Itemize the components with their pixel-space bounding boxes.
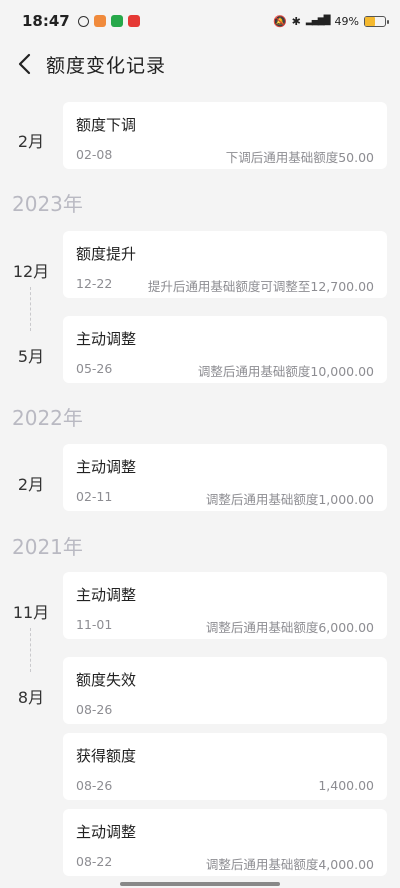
signal-icon: ▂▄▆█ — [305, 16, 331, 26]
month-label: 8月 — [17, 688, 45, 707]
status-time: 18:47 — [22, 12, 70, 30]
record-desc: 调整后通用基础额度4,000.00 — [205, 857, 374, 872]
page-header: 额度变化记录 — [0, 42, 400, 86]
home-indicator[interactable] — [120, 882, 280, 886]
record-desc: 提升后通用基础额度可调整至12,700.00 — [147, 279, 374, 294]
alarm-icon — [77, 15, 89, 27]
record-card[interactable]: 主动调整 05-26 调整后通用基础额度10,000.00 — [63, 316, 387, 383]
year-label: 2021年 — [12, 535, 83, 559]
bluetooth-icon: ✱ — [291, 14, 301, 28]
record-title: 主动调整 — [76, 586, 137, 604]
mute-icon: 🔕 — [272, 14, 287, 28]
record-date: 11-01 — [76, 617, 113, 632]
timeline-connector — [30, 628, 31, 672]
year-label: 2022年 — [12, 406, 83, 430]
record-date: 05-26 — [76, 361, 113, 376]
back-button[interactable] — [12, 49, 36, 79]
record-desc: 调整后通用基础额度6,000.00 — [205, 620, 374, 635]
record-title: 主动调整 — [76, 823, 137, 841]
month-label: 12月 — [12, 262, 50, 281]
record-card[interactable]: 获得额度 08-26 1,400.00 — [63, 733, 387, 800]
record-card[interactable]: 主动调整 02-11 调整后通用基础额度1,000.00 — [63, 444, 387, 511]
chevron-left-icon — [18, 53, 31, 75]
timeline-connector — [30, 287, 31, 331]
record-title: 获得额度 — [76, 747, 137, 765]
status-bar: 18:47 🔕 ✱ ▂▄▆█ 49% — [0, 0, 400, 42]
app-notification-icon — [93, 15, 106, 27]
status-right: 🔕 ✱ ▂▄▆█ 49% — [272, 14, 389, 28]
record-card[interactable]: 主动调整 11-01 调整后通用基础额度6,000.00 — [63, 572, 387, 639]
record-title: 主动调整 — [76, 458, 137, 476]
notification-icons — [77, 15, 140, 27]
page-title: 额度变化记录 — [46, 54, 167, 77]
record-card[interactable]: 额度下调 02-08 下调后通用基础额度50.00 — [63, 102, 387, 169]
record-card[interactable]: 额度失效 08-26 — [63, 657, 387, 724]
app-notification-icon — [110, 15, 123, 27]
record-date: 12-22 — [76, 276, 113, 291]
month-label: 2月 — [17, 132, 45, 151]
record-title: 额度提升 — [76, 245, 137, 263]
record-date: 02-08 — [76, 147, 113, 162]
battery-icon — [364, 15, 389, 27]
record-card[interactable]: 主动调整 08-22 调整后通用基础额度4,000.00 — [63, 809, 387, 876]
record-title: 额度失效 — [76, 671, 137, 689]
record-card[interactable]: 额度提升 12-22 提升后通用基础额度可调整至12,700.00 — [63, 231, 387, 298]
year-label: 2023年 — [12, 192, 83, 216]
record-desc: 调整后通用基础额度1,000.00 — [205, 492, 374, 507]
record-date: 08-26 — [76, 778, 113, 793]
battery-text: 49% — [334, 14, 359, 28]
record-desc: 调整后通用基础额度10,000.00 — [197, 364, 374, 379]
record-desc: 下调后通用基础额度50.00 — [225, 150, 374, 165]
record-date: 08-26 — [76, 702, 113, 717]
record-title: 额度下调 — [76, 116, 137, 134]
record-desc: 1,400.00 — [318, 778, 374, 793]
record-date: 08-22 — [76, 854, 113, 869]
month-label: 11月 — [12, 603, 50, 622]
month-label: 5月 — [17, 347, 45, 366]
record-title: 主动调整 — [76, 330, 137, 348]
app-notification-icon — [127, 15, 140, 27]
month-label: 2月 — [17, 475, 45, 494]
record-date: 02-11 — [76, 489, 113, 504]
